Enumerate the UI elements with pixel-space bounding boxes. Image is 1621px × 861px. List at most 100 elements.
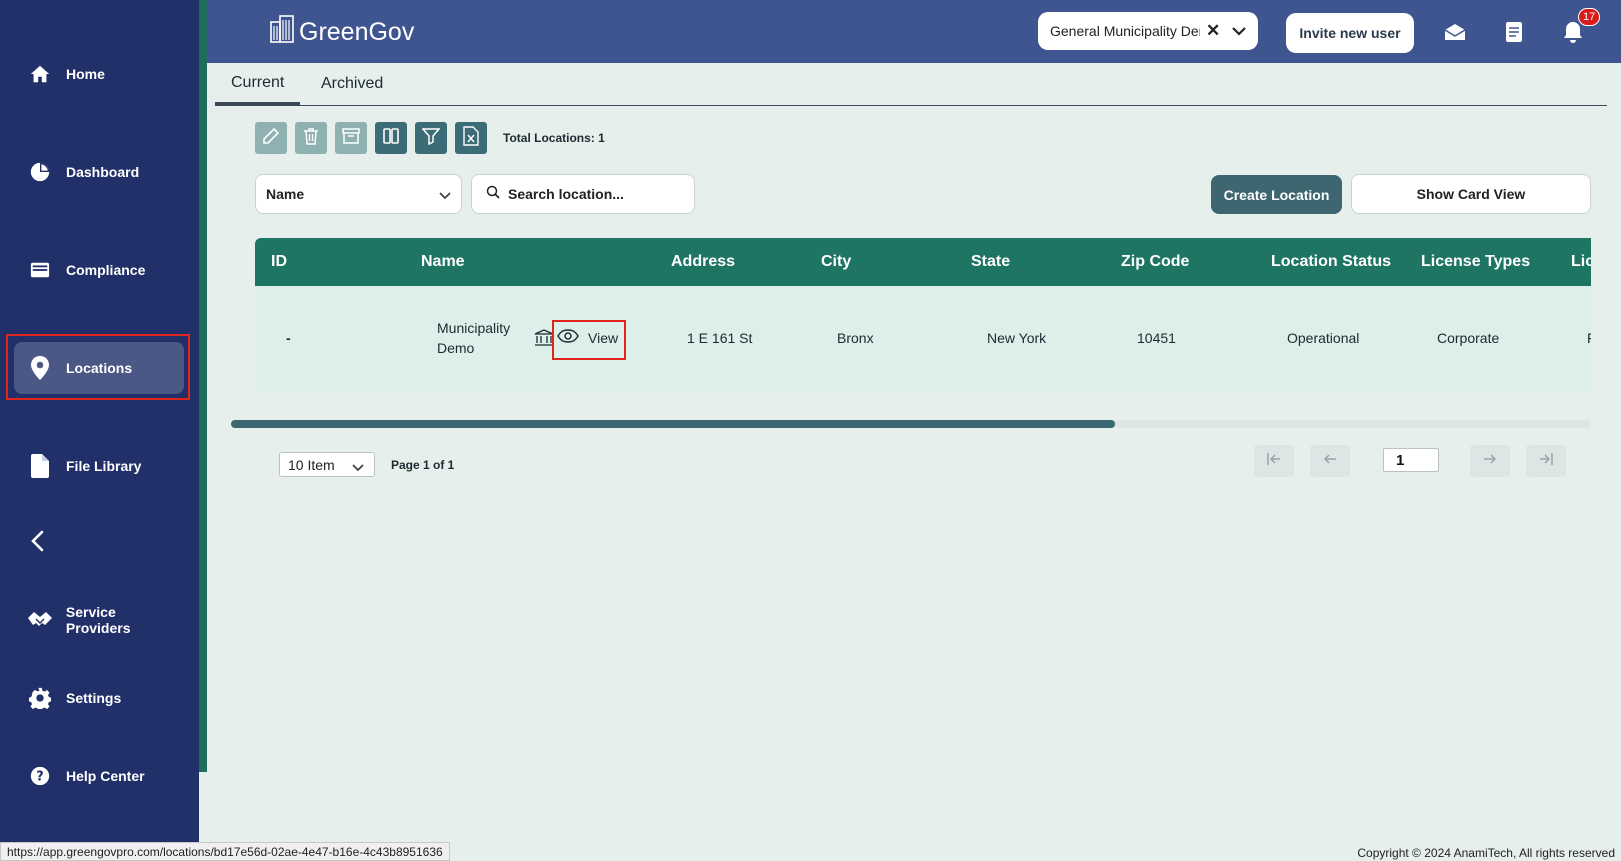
tab-current[interactable]: Current: [215, 63, 301, 105]
cell-city: Bronx: [837, 330, 874, 346]
columns-icon: [382, 127, 400, 150]
filter-icon: [421, 127, 441, 150]
chevron-down-icon: [439, 187, 451, 203]
table-horizontal-scrollbar[interactable]: [231, 420, 1591, 428]
cell-id: -: [286, 330, 291, 346]
gear-icon: [14, 687, 66, 709]
sidebar-item-label: Locations: [66, 360, 133, 376]
sidebar: Home Dashboard Compliance Locations File…: [0, 0, 199, 861]
chevron-down-icon[interactable]: [1232, 26, 1247, 36]
cell-state: New York: [987, 330, 1047, 346]
show-card-view-button[interactable]: Show Card View: [1351, 174, 1591, 214]
sidebar-item-label: Dashboard: [66, 164, 140, 180]
sidebar-item-label: Settings: [66, 690, 122, 706]
trash-icon: [303, 127, 319, 150]
field-select[interactable]: Name: [255, 174, 462, 214]
cell-location-status: Operational: [1287, 330, 1360, 346]
column-header-id[interactable]: ID: [271, 238, 287, 286]
invite-user-button[interactable]: Invite new user: [1286, 13, 1414, 53]
sidebar-item-settings[interactable]: Settings: [14, 672, 184, 724]
delete-button[interactable]: [295, 122, 327, 154]
archive-icon: [342, 127, 360, 150]
brand-name: GreenGov: [299, 18, 415, 46]
brand-logo[interactable]: GreenGov: [269, 14, 414, 51]
column-header-location-status[interactable]: Location Status: [1271, 238, 1391, 286]
sidebar-item-label: Compliance: [66, 262, 146, 278]
sidebar-item-label: Help Center: [66, 768, 145, 784]
column-header-name[interactable]: Name: [421, 238, 465, 286]
home-icon: [14, 63, 66, 85]
export-excel-button[interactable]: [455, 122, 487, 154]
cell-address: 1 E 161 St: [687, 330, 753, 346]
next-page-button[interactable]: [1470, 445, 1510, 477]
sidebar-edge: [199, 0, 207, 772]
column-header-lic[interactable]: Lic: [1571, 238, 1591, 286]
column-header-city[interactable]: City: [821, 238, 851, 286]
help-icon: ?: [14, 765, 66, 787]
search-icon: [486, 185, 500, 204]
filter-button[interactable]: [415, 122, 447, 154]
cell-license-types: Corporate: [1437, 330, 1500, 346]
copyright: Copyright © 2024 AnamiTech, All rights r…: [1357, 846, 1615, 860]
archive-button[interactable]: [335, 122, 367, 154]
sidebar-item-locations[interactable]: Locations: [14, 342, 184, 394]
excel-file-icon: [463, 125, 479, 151]
first-page-icon: [1266, 452, 1282, 471]
building-icon: [269, 14, 295, 51]
previous-page-button[interactable]: [1310, 445, 1350, 477]
clear-organization-icon[interactable]: ✕: [1206, 21, 1220, 41]
chevron-left-icon: [30, 530, 44, 557]
document-icon[interactable]: [1501, 19, 1527, 45]
items-per-page-select[interactable]: 10 Item: [279, 452, 375, 477]
arrow-right-icon: [1482, 452, 1498, 471]
view-location-link[interactable]: View: [557, 329, 618, 346]
top-header: GreenGov General Municipality Dem ✕ Invi…: [207, 0, 1621, 63]
cell-name-line1: Municipality: [437, 320, 511, 336]
table-row[interactable]: - Municipality Demo View 1 E 161 St Bron…: [255, 286, 1591, 391]
cell-lic: F: [1587, 330, 1591, 346]
arrow-left-icon: [1322, 452, 1338, 471]
sidebar-item-service-providers[interactable]: Service Providers: [14, 594, 184, 646]
municipal-building-icon: [534, 329, 554, 352]
svg-text:?: ?: [36, 770, 43, 785]
column-header-zip-code[interactable]: Zip Code: [1121, 238, 1189, 286]
last-page-icon: [1538, 452, 1554, 471]
total-locations: Total Locations: 1: [503, 131, 605, 145]
tab-archived[interactable]: Archived: [307, 63, 397, 105]
tab-bar: Current Archived: [215, 63, 1607, 106]
view-label: View: [588, 329, 619, 346]
file-icon: [14, 454, 66, 478]
column-header-address[interactable]: Address: [671, 238, 735, 286]
pie-chart-icon: [14, 161, 66, 183]
cell-name-line2: Demo: [437, 340, 475, 356]
sidebar-collapse-button[interactable]: [22, 528, 52, 558]
field-select-value: Name: [266, 186, 305, 202]
sidebar-item-file-library[interactable]: File Library: [14, 440, 184, 492]
locations-table: ID Name Address City State Zip Code Loca…: [255, 238, 1591, 391]
search-box: [471, 174, 695, 214]
first-page-button[interactable]: [1254, 445, 1294, 477]
page-info: Page 1 of 1: [391, 458, 455, 472]
sidebar-item-dashboard[interactable]: Dashboard: [14, 146, 184, 198]
page-number-input[interactable]: [1383, 448, 1439, 472]
create-location-button[interactable]: Create Location: [1211, 175, 1342, 214]
sidebar-item-compliance[interactable]: Compliance: [14, 244, 184, 296]
organization-select[interactable]: General Municipality Dem ✕: [1038, 12, 1258, 50]
chevron-down-icon: [352, 459, 364, 475]
edit-button[interactable]: [255, 122, 287, 154]
columns-button[interactable]: [375, 122, 407, 154]
column-header-license-types[interactable]: License Types: [1421, 238, 1530, 286]
table-header: ID Name Address City State Zip Code Loca…: [255, 238, 1591, 286]
sidebar-item-home[interactable]: Home: [14, 48, 184, 100]
scrollbar-thumb[interactable]: [231, 420, 1115, 428]
sidebar-item-label: File Library: [66, 458, 142, 474]
sidebar-item-help-center[interactable]: ? Help Center: [14, 750, 184, 802]
search-input[interactable]: [508, 186, 688, 202]
sidebar-item-label: Home: [66, 66, 105, 82]
map-pin-icon: [14, 356, 66, 380]
pencil-icon: [262, 127, 280, 150]
mail-open-icon[interactable]: [1442, 19, 1468, 45]
last-page-button[interactable]: [1526, 445, 1566, 477]
cell-zip-code: 10451: [1137, 330, 1176, 346]
column-header-state[interactable]: State: [971, 238, 1010, 286]
